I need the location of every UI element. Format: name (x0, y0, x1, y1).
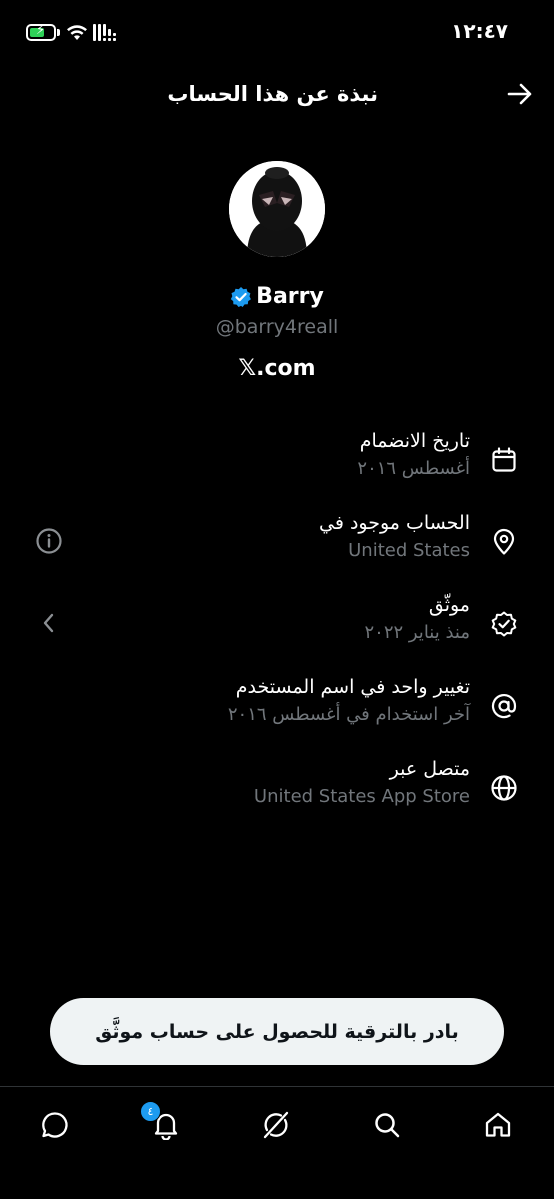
verified-badge-icon (491, 611, 517, 637)
battery-tip (57, 29, 60, 36)
info-label: الحساب موجود في (319, 512, 470, 534)
globe-icon (491, 775, 517, 801)
username-handle: @barry4reall (215, 316, 339, 338)
display-name: Barry (256, 284, 324, 309)
info-value: United States (348, 540, 470, 561)
info-label: تاريخ الانضمام (359, 430, 470, 452)
avatar-image (229, 161, 325, 257)
info-value: أغسطس ٢٠١٦ (357, 458, 470, 479)
status-bar: ⚡ ١٢:٤٧ (0, 0, 554, 64)
home-icon (485, 1112, 511, 1137)
chevron-left-icon (43, 613, 54, 633)
notification-count-badge: ٤ (140, 1101, 161, 1122)
platform-label: 𝕏.com (238, 356, 316, 381)
info-label: متصل عبر (389, 758, 470, 780)
info-item-username-changes: تغيير واحد في اسم المستخدم آخر استخدام ف… (0, 676, 554, 746)
info-item-joined: تاريخ الانضمام أغسطس ٢٠١٦ (0, 430, 554, 500)
avatar[interactable] (229, 161, 325, 257)
info-value: United States App Store (253, 786, 470, 807)
at-sign-icon (491, 694, 517, 719)
info-label: موثّق (428, 594, 470, 616)
wifi-icon (67, 25, 87, 40)
info-label: تغيير واحد في اسم المستخدم (235, 676, 470, 698)
battery-icon: ⚡ (26, 23, 56, 41)
arrow-right-icon (507, 83, 532, 105)
nav-grok[interactable] (254, 1103, 298, 1147)
messages-icon (42, 1112, 68, 1138)
search-icon (375, 1113, 400, 1138)
info-item-verified[interactable]: موثّق منذ يناير ٢٠٢٢ (0, 594, 554, 664)
info-item-connected-via: متصل عبر United States App Store (0, 758, 554, 828)
nav-home[interactable] (476, 1103, 520, 1147)
info-value: منذ يناير ٢٠٢٢ (364, 622, 470, 643)
nav-search[interactable] (365, 1103, 409, 1147)
info-icon (36, 528, 62, 554)
cellular-signal-icon (93, 24, 116, 41)
upgrade-verified-button[interactable]: بادر بالترقية للحصول على حساب موثَّق (50, 998, 504, 1065)
location-pin-icon (493, 528, 515, 555)
page-title: نبذة عن هذا الحساب (167, 82, 378, 106)
grok-icon (263, 1111, 289, 1139)
status-time: ١٢:٤٧ (451, 19, 508, 43)
info-button[interactable] (34, 526, 64, 556)
back-button[interactable] (500, 76, 540, 112)
info-value: آخر استخدام في أغسطس ٢٠١٦ (227, 704, 470, 725)
bottom-nav: ٤ (0, 1086, 554, 1199)
calendar-icon (492, 447, 516, 472)
name-row: Barry (0, 284, 554, 309)
header: نبذة عن هذا الحساب (0, 64, 554, 124)
info-item-location: الحساب موجود في United States (0, 512, 554, 582)
verified-badge-icon (230, 286, 252, 307)
nav-messages[interactable] (33, 1103, 77, 1147)
chevron-button[interactable] (34, 608, 64, 638)
